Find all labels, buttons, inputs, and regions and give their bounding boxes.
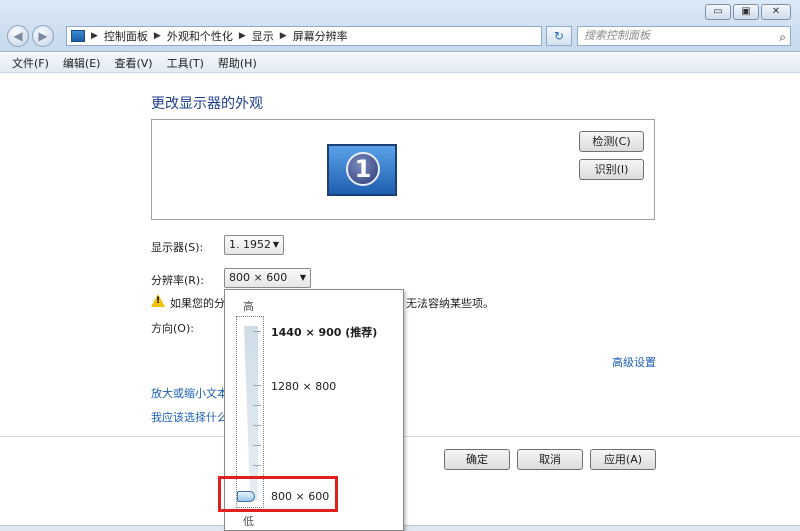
apply-button[interactable]: 应用(A) [590, 449, 656, 470]
slider-tick [253, 405, 261, 406]
advanced-settings-link[interactable]: 高级设置 [612, 354, 656, 370]
address-bar[interactable]: ▶ 控制面板 ▶ 外观和个性化 ▶ 显示 ▶ 屏幕分辨率 [66, 26, 542, 46]
search-icon[interactable]: ⌕ [779, 28, 786, 46]
monitor-preview: 1 检测(C) 识别(I) [151, 119, 655, 220]
breadcrumb-separator-icon: ▶ [153, 31, 161, 41]
refresh-button[interactable]: ↻ [546, 26, 572, 46]
breadcrumb-item[interactable]: 外观和个性化 [167, 28, 233, 44]
help-choose-link[interactable]: 我应该选择什么 [151, 409, 228, 425]
enlarge-text-link[interactable]: 放大或缩小文本 [151, 385, 228, 401]
minimize-button[interactable]: ▭ [705, 4, 731, 20]
chevron-down-icon: ▼ [272, 240, 279, 249]
breadcrumb-separator-icon: ▶ [91, 31, 98, 41]
warning-text-start: 如果您的分 [170, 297, 225, 310]
slider-tick [253, 465, 261, 466]
menu-edit[interactable]: 编辑(E) [63, 55, 101, 71]
cancel-button[interactable]: 取消 [517, 449, 583, 470]
breadcrumb-item[interactable]: 显示 [252, 28, 274, 44]
slider-low-label: 低 [243, 515, 254, 528]
chevron-down-icon: ▼ [299, 273, 306, 282]
maximize-button[interactable]: ▣ [733, 4, 759, 20]
slider-tick [253, 425, 261, 426]
forward-button[interactable]: ▶ [32, 25, 54, 47]
title-bar: ▭ ▣ ✕ ◀ ▶ ▶ 控制面板 ▶ 外观和个性化 ▶ 显示 ▶ 屏幕分辨率 ↻… [0, 0, 800, 52]
orientation-label: 方向(O): [151, 322, 194, 335]
slider-high-label: 高 [243, 300, 254, 313]
search-placeholder: 搜索控制面板 [584, 29, 650, 42]
breadcrumb-item[interactable]: 屏幕分辨率 [293, 28, 348, 44]
menu-view[interactable]: 查看(V) [114, 55, 152, 71]
resolution-select[interactable]: 800 × 600 ▼ [224, 268, 311, 288]
breadcrumb-separator-icon: ▶ [279, 31, 287, 41]
menu-file[interactable]: 文件(F) [12, 55, 49, 71]
resolution-option[interactable]: 1440 × 900 (推荐) [271, 324, 377, 340]
breadcrumb-item[interactable]: 控制面板 [104, 28, 148, 44]
resolution-label: 分辨率(R): [151, 274, 204, 287]
resolution-select-value: 800 × 600 [229, 271, 288, 284]
monitor-number: 1 [346, 152, 380, 186]
identify-button[interactable]: 识别(I) [579, 159, 644, 180]
detect-button[interactable]: 检测(C) [579, 131, 644, 152]
back-button[interactable]: ◀ [7, 25, 29, 47]
display-label: 显示器(S): [151, 241, 204, 254]
slider-tick [253, 385, 261, 386]
menu-bar: 文件(F) 编辑(E) 查看(V) 工具(T) 帮助(H) [0, 53, 800, 73]
ok-button[interactable]: 确定 [444, 449, 510, 470]
page-title: 更改显示器的外观 [151, 96, 263, 112]
menu-tools[interactable]: 工具(T) [167, 55, 204, 71]
breadcrumb-separator-icon: ▶ [238, 31, 246, 41]
display-select-value: 1. 1952 [229, 238, 271, 251]
display-select[interactable]: 1. 1952 ▼ [224, 235, 284, 255]
slider-tick [253, 331, 261, 332]
monitor-icon[interactable]: 1 [327, 144, 397, 196]
selection-highlight-box [218, 476, 338, 512]
warning-text-end: 无法容纳某些项。 [406, 297, 494, 310]
slider-tick [253, 445, 261, 446]
search-input[interactable]: 搜索控制面板 ⌕ [577, 26, 791, 46]
menu-help[interactable]: 帮助(H) [218, 55, 257, 71]
close-button[interactable]: ✕ [761, 4, 791, 20]
control-panel-icon [71, 30, 85, 42]
resolution-option[interactable]: 1280 × 800 [271, 380, 336, 393]
warning-icon: ! [151, 294, 165, 307]
